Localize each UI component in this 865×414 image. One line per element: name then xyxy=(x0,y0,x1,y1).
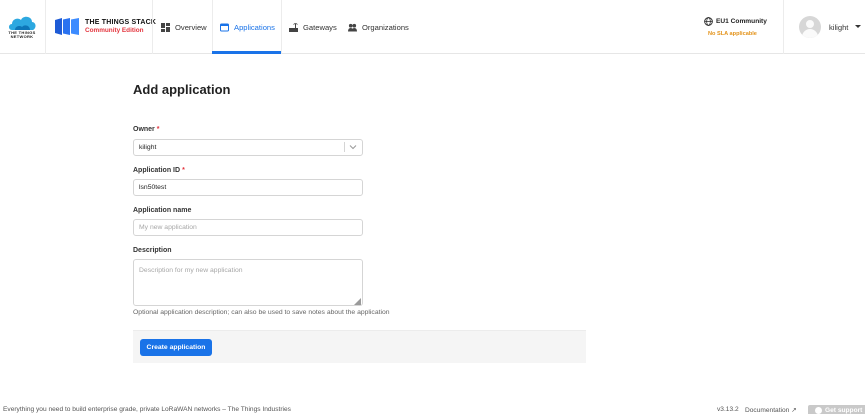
app-name-label: Application name xyxy=(133,207,192,214)
gateway-icon xyxy=(289,22,298,32)
nav-gateways-label: Gateways xyxy=(303,22,337,32)
footer-version: v3.13.2 xyxy=(717,406,739,413)
description-textarea[interactable]: Description for my new application xyxy=(133,259,363,306)
required-mark: * xyxy=(182,167,185,174)
header-divider xyxy=(212,0,213,54)
ttn-logo-text: THE THINGS NETWORK xyxy=(8,30,36,39)
avatar-head xyxy=(806,20,814,28)
username[interactable]: kilight xyxy=(829,23,848,32)
documentation-link[interactable]: Documentation ↗ xyxy=(745,406,797,414)
sla-notice: No SLA applicable xyxy=(708,31,757,37)
footer: Everything you need to build enterprise … xyxy=(0,404,865,414)
chevron-down-icon[interactable] xyxy=(349,144,357,150)
description-placeholder: Description for my new application xyxy=(139,267,243,274)
grid-icon xyxy=(161,22,170,32)
header-divider xyxy=(152,0,153,54)
avatar-body xyxy=(802,29,818,38)
app-id-label: Application ID * xyxy=(133,167,185,174)
app-name-placeholder: My new application xyxy=(139,224,197,231)
header-divider xyxy=(783,0,784,54)
header-divider xyxy=(281,0,282,54)
nav-gateways[interactable]: Gateways xyxy=(289,0,337,54)
avatar[interactable] xyxy=(799,16,821,38)
nav-overview[interactable]: Overview xyxy=(161,0,207,54)
window-icon xyxy=(220,23,229,31)
header-divider xyxy=(45,0,46,54)
top-header: THE THINGS NETWORK THE THINGS STACK Comm… xyxy=(0,0,865,54)
nav-applications[interactable]: Applications xyxy=(220,0,275,54)
nav-organizations[interactable]: Organizations xyxy=(348,0,409,54)
nav-applications-label: Applications xyxy=(234,22,275,32)
footer-tagline[interactable]: Everything you need to build enterprise … xyxy=(3,406,291,413)
external-link-icon: ↗ xyxy=(791,407,797,414)
owner-select[interactable]: kilight xyxy=(133,139,363,156)
app-name-input[interactable]: My new application xyxy=(133,219,363,236)
app-id-input[interactable]: lsn50test xyxy=(133,179,363,196)
globe-icon xyxy=(704,17,713,26)
support-icon xyxy=(815,407,822,414)
required-mark: * xyxy=(156,126,160,133)
page-title: Add application xyxy=(133,82,231,97)
description-label: Description xyxy=(133,247,172,254)
description-hint: Optional application description; can al… xyxy=(133,309,390,316)
stack-title: THE THINGS STACK xyxy=(85,19,157,26)
cluster-name: EU1 Community xyxy=(716,18,767,25)
stack-subtitle: Community Edition xyxy=(85,27,144,34)
select-separator xyxy=(344,142,345,152)
people-icon xyxy=(348,23,357,32)
things-stack-logo[interactable] xyxy=(55,18,81,35)
create-application-button[interactable]: Create application xyxy=(140,339,212,356)
chevron-down-icon[interactable] xyxy=(855,25,861,28)
cluster-selector[interactable]: EU1 Community xyxy=(704,17,767,26)
nav-organizations-label: Organizations xyxy=(362,22,409,32)
resize-handle-icon[interactable] xyxy=(354,298,361,305)
app-id-value: lsn50test xyxy=(139,184,167,191)
owner-value: kilight xyxy=(139,144,157,151)
nav-overview-label: Overview xyxy=(175,22,207,32)
nav-active-indicator xyxy=(212,51,281,54)
owner-label: Owner * xyxy=(133,126,160,133)
